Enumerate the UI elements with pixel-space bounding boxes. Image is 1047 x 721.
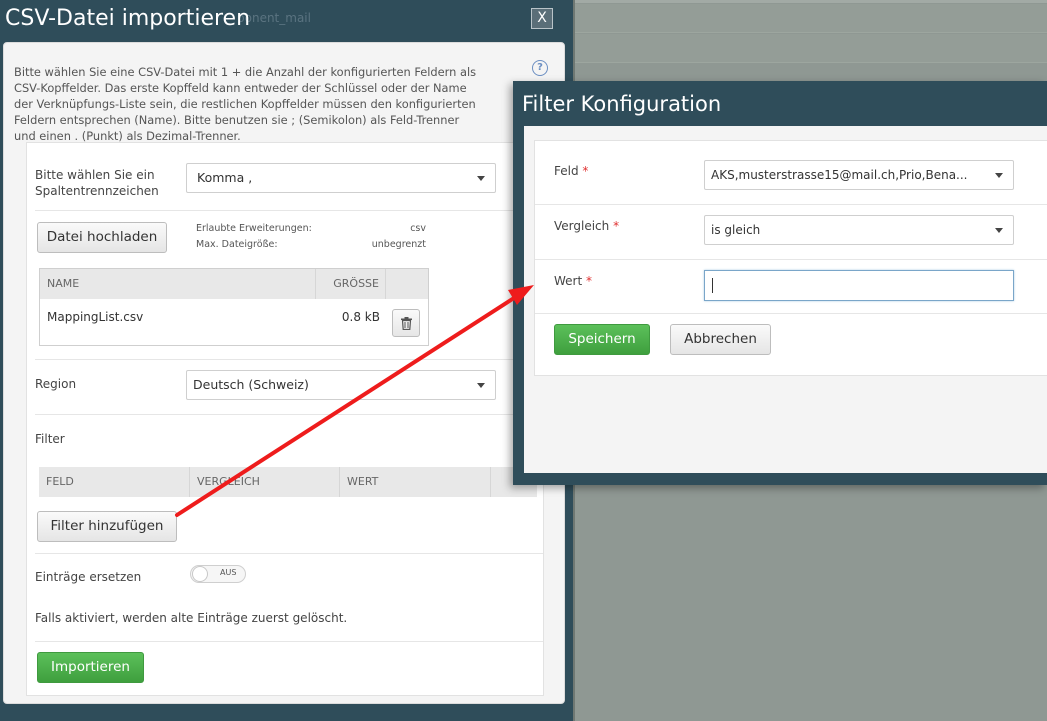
- replace-entries-toggle[interactable]: AUS: [190, 565, 246, 583]
- filter-table: FELD VERGLEICH WERT: [39, 467, 537, 497]
- filter-form: Feld * AKS,musterstrasse15@mail.ch,Prio,…: [534, 140, 1047, 376]
- compare-select[interactable]: is gleich: [704, 215, 1014, 245]
- required-marker: *: [613, 219, 620, 233]
- intro-text: Bitte wählen Sie eine CSV-Datei mit 1 + …: [14, 65, 477, 143]
- dialog-title: Filter Konfiguration: [522, 92, 722, 116]
- value-label: Wert *: [554, 273, 592, 289]
- field-label: Feld *: [554, 163, 588, 179]
- file-table: NAME GRÖSSE MappingList.csv 0.8 kB: [39, 268, 429, 346]
- column-header-compare[interactable]: VERGLEICH: [190, 467, 340, 497]
- separator-label: Bitte wählen Sie ein Spaltentrennzeichen: [35, 168, 159, 198]
- replace-entries-label: Einträge ersetzen: [35, 570, 142, 584]
- toggle-knob: [192, 566, 208, 582]
- csv-dialog-body: Bitte wählen Sie eine CSV-Datei mit 1 + …: [3, 42, 565, 704]
- cancel-button[interactable]: Abbrechen: [670, 324, 771, 355]
- region-label: Region: [35, 377, 77, 391]
- import-button[interactable]: Importieren: [37, 652, 144, 683]
- compare-select-value: is gleich: [711, 223, 761, 237]
- background-row: [575, 34, 1047, 63]
- field-label-text: Feld: [554, 164, 579, 178]
- separator-select[interactable]: Komma ,: [186, 163, 496, 193]
- divider: [535, 204, 1047, 205]
- column-header-name[interactable]: NAME: [40, 269, 316, 299]
- separator-select-value: Komma ,: [197, 170, 253, 185]
- required-marker: *: [582, 164, 589, 178]
- import-form: Bitte wählen Sie ein Spaltentrennzeichen…: [26, 142, 544, 696]
- file-name: MappingList.csv: [47, 310, 144, 324]
- dialog-title: CSV-Datei importieren: [5, 6, 251, 31]
- required-marker: *: [586, 274, 593, 288]
- max-size-label: Max. Dateigröße:: [196, 239, 278, 250]
- filter-dialog-body: Feld * AKS,musterstrasse15@mail.ch,Prio,…: [524, 126, 1047, 473]
- column-header-field[interactable]: FELD: [39, 467, 190, 497]
- divider: [35, 414, 543, 415]
- region-select-value: Deutsch (Schweiz): [193, 377, 309, 392]
- divider: [35, 210, 543, 211]
- divider: [35, 359, 543, 360]
- divider: [535, 259, 1047, 260]
- delete-file-button[interactable]: [392, 309, 420, 337]
- compare-label: Vergleich *: [554, 218, 619, 234]
- chevron-down-icon: [995, 228, 1003, 233]
- file-size: 0.8 kB: [341, 310, 380, 324]
- toggle-state-label: AUS: [220, 568, 237, 577]
- allowed-extensions-value: csv: [410, 223, 426, 234]
- column-header-value[interactable]: WERT: [340, 467, 491, 497]
- value-input[interactable]: [704, 270, 1014, 301]
- column-header-actions: [386, 269, 428, 299]
- divider: [535, 313, 1047, 314]
- add-filter-button[interactable]: Filter hinzufügen: [37, 511, 177, 542]
- filter-config-dialog: Filter Konfiguration Feld * AKS,musterst…: [513, 81, 1047, 485]
- help-icon[interactable]: ?: [532, 60, 548, 76]
- divider: [35, 641, 543, 642]
- compare-label-text: Vergleich: [554, 219, 610, 233]
- csv-import-dialog: ponent_mail CSV-Datei importieren X Bitt…: [0, 0, 573, 721]
- trash-icon: [401, 317, 412, 330]
- filter-label: Filter: [35, 432, 65, 446]
- save-button[interactable]: Speichern: [554, 324, 650, 355]
- replace-hint-text: Falls aktiviert, werden alte Einträge zu…: [35, 611, 348, 625]
- max-size-value: unbegrenzt: [371, 239, 426, 250]
- field-select-value: AKS,musterstrasse15@mail.ch,Prio,Bena...: [711, 168, 968, 182]
- close-button[interactable]: X: [531, 8, 553, 29]
- divider: [35, 553, 543, 554]
- text-cursor: [712, 278, 713, 293]
- upload-file-button[interactable]: Datei hochladen: [37, 222, 167, 253]
- column-header-size[interactable]: GRÖSSE: [316, 269, 386, 299]
- chevron-down-icon: [995, 173, 1003, 178]
- background-row: [575, 4, 1047, 33]
- chevron-down-icon: [477, 176, 485, 181]
- field-select[interactable]: AKS,musterstrasse15@mail.ch,Prio,Bena...: [704, 160, 1014, 190]
- allowed-extensions-label: Erlaubte Erweiterungen:: [196, 223, 312, 234]
- region-select[interactable]: Deutsch (Schweiz): [186, 370, 496, 400]
- background-band: [575, 0, 1047, 3]
- chevron-down-icon: [477, 383, 485, 388]
- value-label-text: Wert: [554, 274, 583, 288]
